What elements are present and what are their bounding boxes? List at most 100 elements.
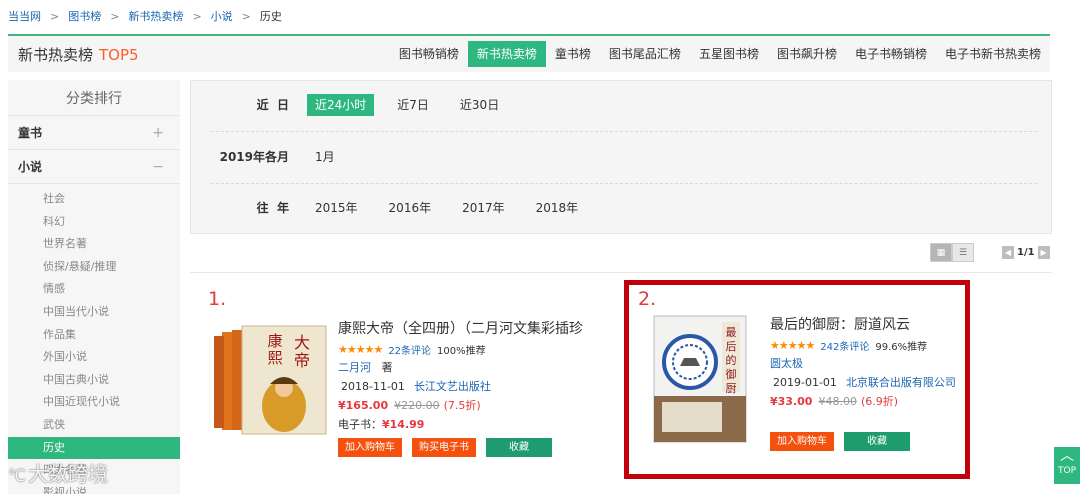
svg-text:康: 康 bbox=[267, 332, 282, 350]
filter-option-24h[interactable]: 近24小时 bbox=[307, 94, 375, 116]
back-to-top-button[interactable]: ︿ TOP bbox=[1054, 447, 1080, 484]
sidebar-category-label: 童书 bbox=[18, 126, 43, 140]
sidebar-item-contemporary-chinese[interactable]: 中国当代小说 bbox=[8, 301, 180, 324]
filter-label: 往 年 bbox=[256, 201, 289, 215]
recommend-rate: 100%推荐 bbox=[437, 345, 486, 357]
sidebar-item-romance[interactable]: 情感 bbox=[8, 278, 180, 301]
filter-option-january[interactable]: 1月 bbox=[307, 146, 343, 168]
page-title-accent: TOP5 bbox=[99, 46, 139, 64]
breadcrumb-current: 历史 bbox=[259, 10, 282, 23]
sidebar-item-modern-chinese[interactable]: 中国近现代小说 bbox=[8, 391, 180, 414]
filter-option-2018[interactable]: 2018年 bbox=[528, 197, 587, 219]
discount: (7.5折) bbox=[443, 399, 481, 412]
breadcrumb-link-new-book-rank[interactable]: 新书热卖榜 bbox=[128, 10, 183, 23]
breadcrumb-separator: > bbox=[241, 10, 251, 23]
watermark-text: 大数跨境 bbox=[27, 462, 108, 486]
filter-row-month: 2019年各月 1月 bbox=[191, 142, 1051, 172]
filter-label: 近 日 bbox=[256, 98, 289, 112]
tab-ebook-bestseller[interactable]: 电子书畅销榜 bbox=[846, 41, 936, 67]
svg-text:大: 大 bbox=[294, 333, 310, 352]
book-rating: ★★★★★ 22条评论 100%推荐 bbox=[338, 340, 583, 358]
book-item: 1. 康 熙 大 帝 康熙大帝（全四册）（二月河文集彩插珍 ★★★★★ 22条评… bbox=[208, 288, 583, 468]
sidebar-category-children[interactable]: 童书 + bbox=[8, 116, 180, 150]
page-title: 新书热卖榜 TOP5 bbox=[18, 44, 139, 65]
add-to-cart-button[interactable]: 加入购物车 bbox=[338, 438, 402, 457]
author-link[interactable]: 二月河 bbox=[338, 361, 371, 374]
breadcrumb-separator: > bbox=[192, 10, 202, 23]
sidebar-item-mystery[interactable]: 侦探/悬疑/推理 bbox=[8, 256, 180, 279]
svg-text:熙: 熙 bbox=[267, 349, 282, 367]
filter-option-2017[interactable]: 2017年 bbox=[454, 197, 513, 219]
list-view-icon[interactable]: ☰ bbox=[952, 243, 974, 262]
book-cover[interactable]: 康 熙 大 帝 bbox=[212, 318, 328, 441]
rank-header-bar: 新书热卖榜 TOP5 图书畅销榜 新书热卖榜 童书榜 图书尾品汇榜 五星图书榜 图… bbox=[8, 34, 1050, 72]
watermark-logo-icon: ℃ bbox=[8, 466, 26, 485]
tab-book-bestseller[interactable]: 图书畅销榜 bbox=[390, 41, 468, 67]
page-title-text: 新书热卖榜 bbox=[18, 46, 94, 64]
tab-five-star-books[interactable]: 五星图书榜 bbox=[690, 41, 768, 67]
sidebar-item-classical-chinese[interactable]: 中国古典小说 bbox=[8, 369, 180, 392]
sidebar-item-scifi[interactable]: 科幻 bbox=[8, 211, 180, 234]
tab-rising-books[interactable]: 图书飙升榜 bbox=[768, 41, 846, 67]
watermark: ℃ 大数跨境 bbox=[8, 458, 108, 487]
book-publish-info: 2018-11-01 长江文艺出版社 bbox=[338, 377, 583, 396]
favorite-button[interactable]: 收藏 bbox=[486, 438, 552, 457]
expand-icon[interactable]: + bbox=[152, 116, 164, 150]
book-author: 二月河 著 bbox=[338, 358, 583, 377]
filter-option-7d[interactable]: 近7日 bbox=[389, 94, 437, 116]
review-count-link[interactable]: 22条评论 bbox=[388, 342, 431, 357]
breadcrumb-link-fiction[interactable]: 小说 bbox=[211, 10, 233, 23]
filter-row-recent: 近 日 近24小时 近7日 近30日 bbox=[191, 90, 1051, 120]
sidebar-category-label: 小说 bbox=[18, 160, 43, 174]
filter-label: 2019年各月 bbox=[219, 150, 289, 164]
rank-tabs: 图书畅销榜 新书热卖榜 童书榜 图书尾品汇榜 五星图书榜 图书飙升榜 电子书畅销… bbox=[390, 41, 1050, 67]
breadcrumb-separator: > bbox=[50, 10, 60, 23]
current-price: ¥165.00 bbox=[338, 399, 389, 412]
filter-option-2016[interactable]: 2016年 bbox=[381, 197, 440, 219]
original-price: ¥220.00 bbox=[394, 399, 440, 412]
svg-text:帝: 帝 bbox=[294, 351, 310, 370]
divider bbox=[211, 131, 1037, 132]
rank-number: 1. bbox=[208, 288, 227, 310]
breadcrumb-separator: > bbox=[110, 10, 120, 23]
tab-new-book-hot[interactable]: 新书热卖榜 bbox=[467, 41, 546, 67]
ebook-price: 电子书：¥14.99 bbox=[338, 415, 583, 434]
highlight-box bbox=[624, 280, 970, 479]
star-rating-icon: ★★★★★ bbox=[338, 342, 383, 356]
sidebar-item-foreign-fiction[interactable]: 外国小说 bbox=[8, 346, 180, 369]
time-filter-panel: 近 日 近24小时 近7日 近30日 2019年各月 1月 往 年 2015年 … bbox=[190, 80, 1052, 234]
prev-page-icon[interactable]: ◀ bbox=[1002, 246, 1014, 259]
ebook-label: 电子书： bbox=[338, 418, 382, 431]
tab-clearance-books[interactable]: 图书尾品汇榜 bbox=[600, 41, 690, 67]
tab-ebook-new-hot[interactable]: 电子书新书热卖榜 bbox=[936, 41, 1050, 67]
book-price: ¥165.00 ¥220.00 (7.5折) bbox=[338, 396, 583, 415]
publish-date: 2018-11-01 bbox=[341, 380, 405, 393]
filter-option-30d[interactable]: 近30日 bbox=[452, 94, 507, 116]
sidebar-item-collections[interactable]: 作品集 bbox=[8, 324, 180, 347]
sidebar-item-society[interactable]: 社会 bbox=[8, 188, 180, 211]
sidebar-item-history[interactable]: 历史 bbox=[8, 436, 180, 460]
sidebar-title: 分类排行 bbox=[8, 80, 180, 116]
divider bbox=[211, 183, 1037, 184]
breadcrumb: 当当网 > 图书榜 > 新书热卖榜 > 小说 > 历史 bbox=[8, 8, 282, 24]
ebook-price-value: ¥14.99 bbox=[382, 418, 425, 431]
breadcrumb-link-book-rank[interactable]: 图书榜 bbox=[68, 10, 101, 23]
pager: ◀ 1/1 ▶ bbox=[1002, 246, 1050, 259]
filter-option-2015[interactable]: 2015年 bbox=[307, 197, 366, 219]
chevron-up-icon: ︿ bbox=[1060, 448, 1074, 464]
sidebar-category-fiction[interactable]: 小说 − bbox=[8, 150, 180, 184]
next-page-icon[interactable]: ▶ bbox=[1037, 246, 1050, 259]
collapse-icon[interactable]: − bbox=[152, 150, 164, 184]
category-sidebar: 分类排行 童书 + 小说 − 社会 科幻 世界名著 侦探/悬疑/推理 情感 中国当代… bbox=[8, 80, 180, 494]
buy-ebook-button[interactable]: 购买电子书 bbox=[412, 438, 476, 457]
sidebar-item-wuxia[interactable]: 武侠 bbox=[8, 414, 180, 437]
page-indicator: 1/1 bbox=[1017, 247, 1035, 258]
publisher-link[interactable]: 长江文艺出版社 bbox=[414, 380, 491, 393]
tab-children-books[interactable]: 童书榜 bbox=[546, 41, 600, 67]
grid-view-icon[interactable]: ▦ bbox=[930, 243, 952, 262]
filter-row-past-years: 往 年 2015年 2016年 2017年 2018年 bbox=[191, 193, 1051, 223]
sidebar-item-world-classics[interactable]: 世界名著 bbox=[8, 233, 180, 256]
breadcrumb-link-dangdang[interactable]: 当当网 bbox=[8, 10, 41, 23]
book-title-link[interactable]: 康熙大帝（全四册）（二月河文集彩插珍 bbox=[338, 318, 583, 340]
view-toggle: ▦ ☰ bbox=[930, 243, 974, 262]
